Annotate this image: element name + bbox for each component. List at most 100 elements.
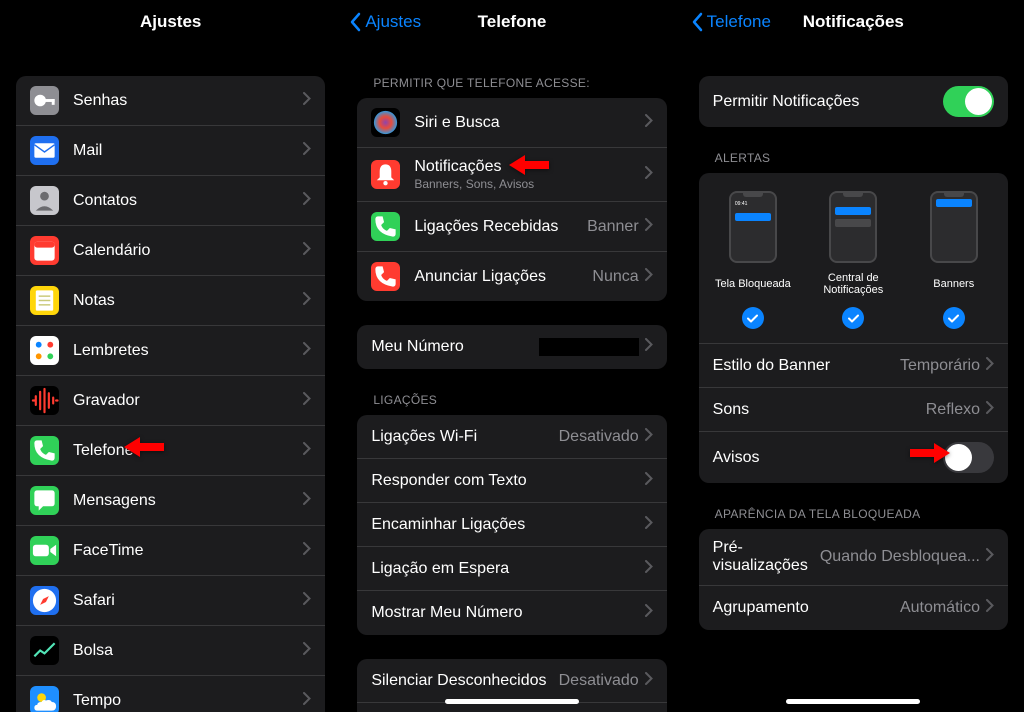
- phone-icon: [30, 436, 59, 465]
- other-setting-row[interactable]: Silenciar DesconhecidosDesativado: [357, 659, 666, 703]
- previews-label: Pré-visualizações: [713, 539, 820, 575]
- checkmark-icon[interactable]: [842, 307, 864, 329]
- settings-row-facetime[interactable]: FaceTime: [16, 526, 325, 576]
- siri-icon: [371, 108, 400, 137]
- settings-row-weather[interactable]: Tempo: [16, 676, 325, 712]
- banner-style-row[interactable]: Estilo do Banner Temporário: [699, 344, 1008, 388]
- alert-label: Banners: [933, 271, 974, 297]
- badges-label: Avisos: [713, 449, 943, 467]
- voice-icon: [30, 386, 59, 415]
- row-label: Gravador: [73, 392, 303, 410]
- grouping-label: Agrupamento: [713, 599, 900, 617]
- row-siri[interactable]: Siri e Busca: [357, 98, 666, 148]
- allow-toggle[interactable]: [943, 86, 994, 117]
- badges-row[interactable]: Avisos: [699, 432, 1008, 483]
- home-indicator[interactable]: [445, 699, 579, 704]
- home-indicator[interactable]: [786, 699, 920, 704]
- settings-row-voice[interactable]: Gravador: [16, 376, 325, 426]
- preview-center-icon: [829, 191, 877, 263]
- alert-label: Tela Bloqueada: [715, 271, 791, 297]
- calendar-icon: [30, 236, 59, 265]
- checkmark-icon[interactable]: [943, 307, 965, 329]
- settings-row-notes[interactable]: Notas: [16, 276, 325, 326]
- notifications-screen: Telefone Notificações Permitir Notificaç…: [683, 0, 1024, 712]
- notifications-list[interactable]: Permitir Notificações ALERTAS 09:41Tela …: [683, 44, 1024, 712]
- settings-row-phone[interactable]: Telefone: [16, 426, 325, 476]
- page-title: Ajustes: [140, 12, 201, 32]
- alert-types: 09:41Tela BloqueadaCentral de Notificaçõ…: [699, 173, 1008, 344]
- settings-row-stocks[interactable]: Bolsa: [16, 626, 325, 676]
- chevron-right-icon: [303, 292, 311, 310]
- row-value: Desativado: [559, 672, 639, 690]
- allow-notifications-row[interactable]: Permitir Notificações: [699, 76, 1008, 127]
- header: Telefone Notificações: [683, 0, 1024, 44]
- call-setting-row[interactable]: Mostrar Meu Número: [357, 591, 666, 635]
- row-phone-in[interactable]: Ligações RecebidasBanner: [357, 202, 666, 252]
- row-label: Ligação em Espera: [371, 560, 644, 578]
- my-number-row[interactable]: Meu Número: [357, 325, 666, 369]
- row-label: Mostrar Meu Número: [371, 604, 644, 622]
- chevron-left-icon: [349, 12, 361, 32]
- alert-type-lock[interactable]: 09:41Tela Bloqueada: [703, 191, 802, 329]
- call-setting-row[interactable]: Ligação em Espera: [357, 547, 666, 591]
- settings-row-calendar[interactable]: Calendário: [16, 226, 325, 276]
- alert-type-banner[interactable]: Banners: [904, 191, 1003, 329]
- page-title: Notificações: [803, 12, 904, 32]
- chevron-right-icon: [303, 92, 311, 110]
- chevron-right-icon: [303, 192, 311, 210]
- settings-row-reminders[interactable]: Lembretes: [16, 326, 325, 376]
- chevron-right-icon: [986, 357, 994, 375]
- weather-icon: [30, 686, 59, 712]
- announce-icon: [371, 262, 400, 291]
- row-label: FaceTime: [73, 542, 303, 560]
- preview-banner-icon: [930, 191, 978, 263]
- chevron-right-icon: [645, 218, 653, 236]
- row-label: Notificações: [414, 158, 644, 176]
- alert-type-center[interactable]: Central de Notificações: [804, 191, 903, 329]
- call-setting-row[interactable]: Ligações Wi-FiDesativado: [357, 415, 666, 459]
- chevron-right-icon: [986, 599, 994, 617]
- row-bell[interactable]: NotificaçõesBanners, Sons, Avisos: [357, 148, 666, 202]
- sounds-label: Sons: [713, 401, 926, 419]
- settings-row-safari[interactable]: Safari: [16, 576, 325, 626]
- call-setting-row[interactable]: Encaminhar Ligações: [357, 503, 666, 547]
- messages-icon: [30, 486, 59, 515]
- section-header-lockscreen: APARÊNCIA DA TELA BLOQUEADA: [715, 507, 1008, 521]
- row-label: Tempo: [73, 692, 303, 710]
- back-button[interactable]: Telefone: [691, 12, 771, 32]
- badges-toggle[interactable]: [943, 442, 994, 473]
- settings-row-mail[interactable]: Mail: [16, 126, 325, 176]
- back-button[interactable]: Ajustes: [349, 12, 421, 32]
- reminders-icon: [30, 336, 59, 365]
- chevron-right-icon: [303, 592, 311, 610]
- chevron-right-icon: [303, 242, 311, 260]
- chevron-right-icon: [303, 442, 311, 460]
- sounds-row[interactable]: Sons Reflexo: [699, 388, 1008, 432]
- settings-row-messages[interactable]: Mensagens: [16, 476, 325, 526]
- settings-list[interactable]: Senhas Mail Contatos Calendário Notas Lembret…: [0, 44, 341, 712]
- row-announce[interactable]: Anunciar LigaçõesNunca: [357, 252, 666, 301]
- header: Ajustes Telefone: [341, 0, 682, 44]
- chevron-right-icon: [645, 516, 653, 534]
- phone-settings-list[interactable]: PERMITIR QUE TELEFONE ACESSE: Siri e Bus…: [341, 44, 682, 712]
- call-setting-row[interactable]: Responder com Texto: [357, 459, 666, 503]
- row-label: Calendário: [73, 242, 303, 260]
- previews-row[interactable]: Pré-visualizações Quando Desbloquea...: [699, 529, 1008, 586]
- row-label: Mail: [73, 142, 303, 160]
- previews-value: Quando Desbloquea...: [820, 548, 980, 566]
- row-label: Notas: [73, 292, 303, 310]
- chevron-right-icon: [645, 604, 653, 622]
- chevron-right-icon: [645, 338, 653, 356]
- settings-row-key[interactable]: Senhas: [16, 76, 325, 126]
- other-setting-row[interactable]: Bloqueio e Identificação: [357, 703, 666, 712]
- back-label: Telefone: [707, 12, 771, 32]
- contacts-icon: [30, 186, 59, 215]
- row-value: Desativado: [559, 428, 639, 446]
- page-title: Telefone: [478, 12, 547, 32]
- checkmark-icon[interactable]: [742, 307, 764, 329]
- chevron-right-icon: [986, 548, 994, 566]
- facetime-icon: [30, 536, 59, 565]
- settings-row-contacts[interactable]: Contatos: [16, 176, 325, 226]
- bell-icon: [371, 160, 400, 189]
- grouping-row[interactable]: Agrupamento Automático: [699, 586, 1008, 630]
